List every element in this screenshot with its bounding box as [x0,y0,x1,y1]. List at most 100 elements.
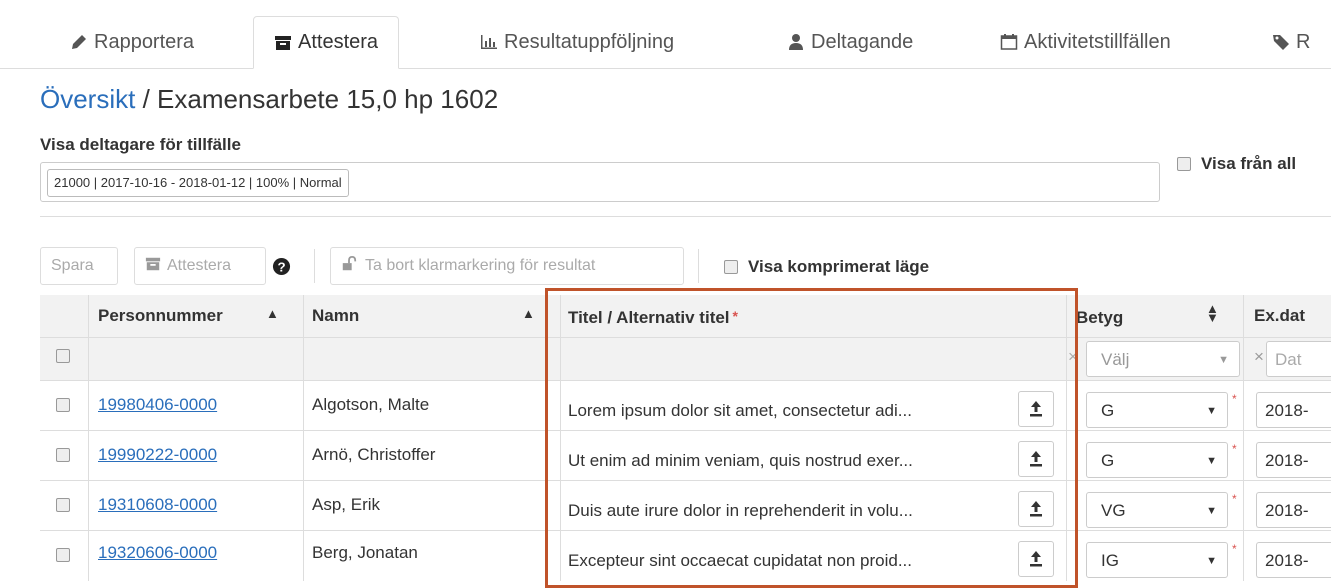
tab-label: Rapportera [94,30,195,53]
toolbar-separator [314,249,315,283]
thesis-title[interactable]: Ut enim ad minim veniam, quis nostrud ex… [568,451,913,471]
upload-button[interactable] [1018,541,1054,577]
tab-resultatuppfoljning[interactable]: Resultatuppföljning [480,16,674,68]
personnummer-link[interactable]: 19990222-0000 [98,445,217,465]
required-marker: * [1232,542,1237,556]
tab-label: Resultatuppföljning [504,30,675,53]
compact-mode-label: Visa komprimerat läge [748,257,930,276]
attest-button[interactable]: Attestera [134,247,266,285]
pencil-icon [70,33,88,51]
occasion-chip[interactable]: 21000 | 2017-10-16 - 2018-01-12 | 100% |… [47,169,349,197]
sort-asc-icon[interactable]: ▲ [266,306,279,321]
student-name: Berg, Jonatan [312,543,418,562]
save-button[interactable]: Spara [40,247,118,285]
tab-label: Attestera [298,31,379,53]
show-all-checkbox-group[interactable]: Visa från all [1177,154,1296,174]
clear-filter-icon[interactable]: × [1068,347,1078,367]
archive-icon [145,256,161,277]
row-checkbox[interactable] [56,498,70,512]
unlock-icon [341,255,357,277]
user-icon [787,33,805,51]
attest-label: Attestera [167,257,232,274]
required-marker: * [1232,442,1237,456]
upload-icon [1030,551,1042,567]
question-circle-icon[interactable]: ? [272,257,291,281]
svg-text:?: ? [277,259,285,274]
personnummer-link[interactable]: 19310608-0000 [98,495,217,515]
header-personnummer[interactable]: Personnummer [98,306,223,326]
exam-date-input[interactable]: 2018- [1256,392,1331,428]
show-all-checkbox[interactable] [1177,157,1191,171]
col-divider [303,295,304,581]
toolbar-separator [698,249,699,283]
tab-aktivitetstillfallen[interactable]: Aktivitetstillfällen [1000,16,1171,68]
col-divider [1066,295,1067,581]
remove-mark-button[interactable]: Ta bort klarmarkering för resultat [330,247,684,285]
tab-deltagande[interactable]: Deltagande [787,16,913,68]
divider [40,216,1331,217]
sort-both-icon[interactable]: ▲ ▼ [1206,302,1219,324]
row-checkbox[interactable] [56,398,70,412]
compact-mode-checkbox-group[interactable]: Visa komprimerat läge [724,257,929,277]
tab-rapportera[interactable]: Rapportera [70,16,194,68]
bar-chart-icon [480,33,498,51]
remove-mark-label: Ta bort klarmarkering för resultat [365,257,596,274]
tab-label: Deltagande [811,30,914,53]
student-name: Asp, Erik [312,495,381,514]
header-betyg[interactable]: Betyg [1076,308,1123,328]
tab-bar: Rapportera Attestera Resultatuppföljning… [0,0,1331,69]
upload-icon [1030,451,1042,467]
breadcrumb-link[interactable]: Översikt [40,84,135,114]
exam-date-input[interactable]: 2018- [1256,492,1331,528]
grade-select[interactable]: IG ▼ [1086,542,1228,578]
save-label: Spara [51,257,94,274]
required-marker: * [1232,392,1237,406]
upload-button[interactable] [1018,441,1054,477]
col-divider [1243,295,1244,581]
date-filter-input[interactable]: Dat [1266,341,1331,377]
required-marker: * [1232,492,1237,506]
clear-date-filter-icon[interactable]: × [1254,347,1264,367]
personnummer-link[interactable]: 19980406-0000 [98,395,217,415]
header-titel[interactable]: Titel / Alternativ titel * [568,308,738,328]
show-all-label: Visa från all [1201,154,1297,173]
grade-select[interactable]: VG ▼ [1086,492,1228,528]
archive-icon [274,34,292,52]
upload-icon [1030,501,1042,517]
select-all-checkbox[interactable] [56,349,70,363]
grade-filter-select[interactable]: Välj ▼ [1086,341,1240,377]
row-checkbox[interactable] [56,548,70,562]
tab-label: R [1296,30,1311,53]
thesis-title[interactable]: Duis aute irure dolor in reprehenderit i… [568,501,913,521]
thesis-title[interactable]: Lorem ipsum dolor sit amet, consectetur … [568,401,912,421]
header-exdatum[interactable]: Ex.dat [1254,306,1305,326]
grade-select[interactable]: G ▼ [1086,442,1228,478]
occasion-label: Visa deltagare för tillfälle [40,135,241,154]
col-divider [560,295,561,581]
header-namn[interactable]: Namn [312,306,359,326]
thesis-title[interactable]: Excepteur sint occaecat cupidatat non pr… [568,551,912,571]
personnummer-link[interactable]: 19320606-0000 [98,543,217,563]
sort-asc-icon[interactable]: ▲ [522,306,535,321]
row-divider [40,337,1331,338]
upload-icon [1030,401,1042,417]
row-divider [40,380,1331,381]
row-divider [40,530,1331,531]
grade-select[interactable]: G ▼ [1086,392,1228,428]
breadcrumb-separator: / [135,84,158,114]
tab-attestera[interactable]: Attestera [253,16,400,69]
compact-mode-checkbox[interactable] [724,260,738,274]
required-marker: * [732,308,738,324]
tag-icon [1272,33,1290,51]
student-name: Arnö, Christoffer [312,445,436,464]
page-title: Översikt / Examensarbete 15,0 hp 1602 [40,84,498,115]
occasion-select[interactable]: 21000 | 2017-10-16 - 2018-01-12 | 100% |… [40,162,1160,202]
exam-date-input[interactable]: 2018- [1256,542,1331,578]
upload-button[interactable] [1018,491,1054,527]
tab-r[interactable]: R [1272,16,1310,68]
row-checkbox[interactable] [56,448,70,462]
upload-button[interactable] [1018,391,1054,427]
exam-date-input[interactable]: 2018- [1256,442,1331,478]
tab-label: Aktivitetstillfällen [1024,30,1171,53]
student-name: Algotson, Malte [312,395,430,414]
